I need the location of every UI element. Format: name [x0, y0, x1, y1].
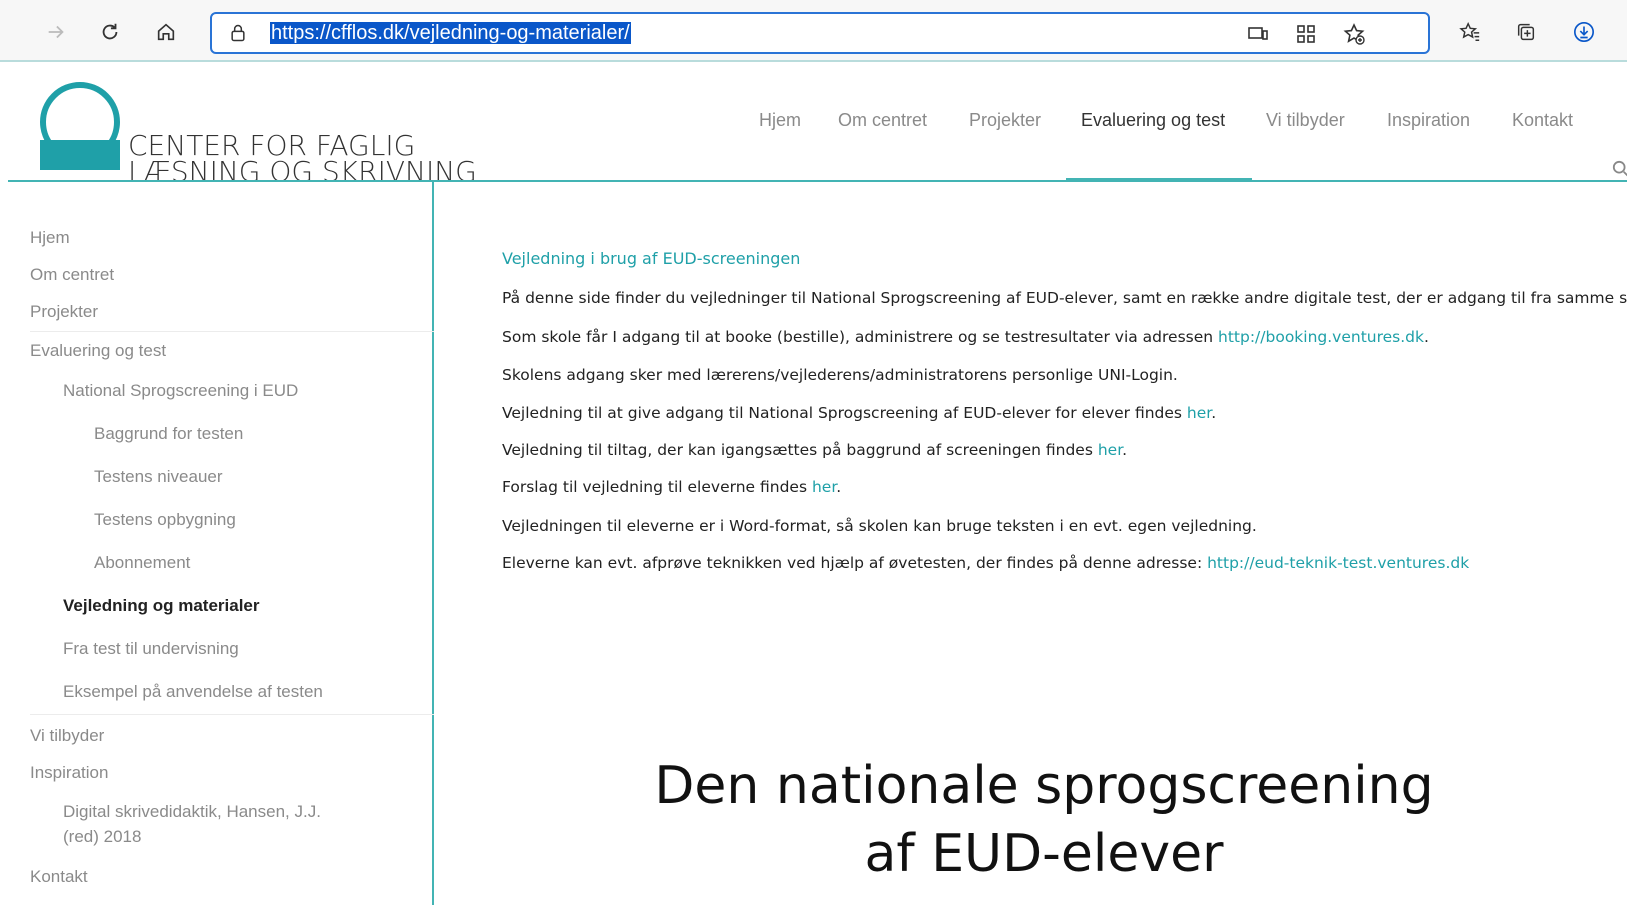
paragraph-student-guide: Forslag til vejledning til eleverne find…	[502, 478, 841, 496]
nav-item-vi-tilbyder[interactable]: Vi tilbyder	[1266, 110, 1345, 131]
sidebar-item-fra-test[interactable]: Fra test til undervisning	[63, 639, 239, 659]
paragraph-text: Eleverne kan evt. afprøve teknikken ved …	[502, 554, 1208, 572]
qr-icon[interactable]	[1294, 22, 1318, 46]
sidebar-item-om-centret[interactable]: Om centret	[30, 265, 114, 285]
sidebar-item-projekter[interactable]: Projekter	[30, 302, 98, 322]
nav-item-inspiration[interactable]: Inspiration	[1387, 110, 1470, 131]
sidebar-divider	[30, 714, 434, 715]
favorite-add-icon[interactable]	[1342, 22, 1366, 46]
favorites-icon[interactable]	[1452, 14, 1488, 50]
download-icon[interactable]	[1566, 14, 1602, 50]
collections-icon[interactable]	[1508, 14, 1544, 50]
student-guide-link[interactable]: her	[812, 478, 836, 496]
sidebar-item-digital-skrivedidaktik-line2[interactable]: (red) 2018	[63, 827, 141, 847]
paragraph-end: .	[1211, 404, 1217, 422]
paragraph-intro: På denne side finder du vejledninger til…	[502, 289, 1627, 307]
booking-link[interactable]: http://booking.ventures.dk	[1218, 328, 1424, 346]
paragraph-access-guide: Vejledning til at give adgang til Nation…	[502, 404, 1216, 422]
lock-icon[interactable]	[228, 23, 248, 43]
nav-item-projekter[interactable]: Projekter	[969, 110, 1041, 131]
nav-item-kontakt[interactable]: Kontakt	[1512, 110, 1573, 131]
page-title: Vejledning i brug af EUD-screeningen	[502, 249, 801, 268]
url-input[interactable]: https://cfflos.dk/vejledning-og-material…	[270, 22, 631, 44]
sidebar-item-vi-tilbyder[interactable]: Vi tilbyder	[30, 726, 104, 746]
paragraph-text: Forslag til vejledning til eleverne find…	[502, 478, 812, 496]
home-icon[interactable]	[148, 14, 184, 50]
nav-item-om-centret[interactable]: Om centret	[838, 110, 927, 131]
slide-title-line2: af EUD-elever	[864, 824, 1224, 884]
practice-test-link[interactable]: http://eud-teknik-test.ventures.dk	[1207, 554, 1469, 572]
search-icon[interactable]	[1612, 160, 1627, 178]
paragraph-booking: Som skole får I adgang til at booke (bes…	[502, 328, 1429, 346]
site-header: CENTER FOR FAGLIG LÆSNING OG SKRIVNING H…	[0, 62, 1627, 186]
sidebar-item-hjem[interactable]: Hjem	[30, 228, 70, 248]
sidebar-item-niveauer[interactable]: Testens niveauer	[94, 467, 223, 487]
paragraph-text: Vejledning til at give adgang til Nation…	[502, 404, 1187, 422]
paragraph-end: .	[1122, 441, 1128, 459]
device-icon[interactable]	[1246, 22, 1270, 46]
sidebar-nav: Hjem Om centret Projekter Evaluering og …	[0, 182, 434, 905]
paragraph-end: .	[1424, 328, 1429, 346]
browser-toolbar: https://cfflos.dk/vejledning-og-material…	[0, 0, 1627, 62]
sidebar-item-eksempel[interactable]: Eksempel på anvendelse af testen	[63, 682, 323, 702]
refresh-icon[interactable]	[92, 14, 128, 50]
nav-item-evaluering-og-test[interactable]: Evaluering og test	[1081, 110, 1225, 131]
sidebar-item-abonnement[interactable]: Abonnement	[94, 553, 190, 573]
sidebar-item-kontakt[interactable]: Kontakt	[30, 867, 88, 887]
paragraph-text: Som skole får I adgang til at booke (bes…	[502, 328, 1219, 346]
access-guide-link[interactable]: her	[1187, 404, 1211, 422]
paragraph-practice-test: Eleverne kan evt. afprøve teknikken ved …	[502, 554, 1469, 572]
main-nav: Hjem Om centret Projekter Evaluering og …	[0, 110, 1627, 177]
paragraph-measures-guide: Vejledning til tiltag, der kan igangsætt…	[502, 441, 1127, 459]
paragraph-end: .	[836, 478, 842, 496]
sidebar-item-vejledning[interactable]: Vejledning og materialer	[63, 596, 260, 616]
embedded-slide-title: Den nationale sprogscreening af EUD-elev…	[594, 752, 1494, 888]
sidebar-item-opbygning[interactable]: Testens opbygning	[94, 510, 236, 530]
sidebar-item-inspiration[interactable]: Inspiration	[30, 763, 108, 783]
slide-title-line1: Den nationale sprogscreening	[654, 756, 1434, 816]
sidebar-item-baggrund[interactable]: Baggrund for testen	[94, 424, 243, 444]
paragraph-unilogin: Skolens adgang sker med lærerens/vejlede…	[502, 366, 1178, 384]
main-content: Vejledning i brug af EUD-screeningen På …	[434, 182, 1627, 905]
paragraph-text: Vejledning til tiltag, der kan igangsætt…	[502, 441, 1098, 459]
paragraph-word-format: Vejledningen til eleverne er i Word-form…	[502, 517, 1257, 535]
sidebar-divider	[30, 331, 434, 332]
nav-item-hjem[interactable]: Hjem	[759, 110, 801, 131]
measures-guide-link[interactable]: her	[1098, 441, 1122, 459]
sidebar-item-evaluering-og-test[interactable]: Evaluering og test	[30, 341, 166, 361]
address-bar[interactable]: https://cfflos.dk/vejledning-og-material…	[210, 12, 1430, 54]
sidebar-item-national-sprogscreening[interactable]: National Sprogscreening i EUD	[63, 381, 298, 401]
sidebar-item-digital-skrivedidaktik[interactable]: Digital skrivedidaktik, Hansen, J.J.	[63, 802, 321, 822]
forward-icon[interactable]	[38, 14, 74, 50]
